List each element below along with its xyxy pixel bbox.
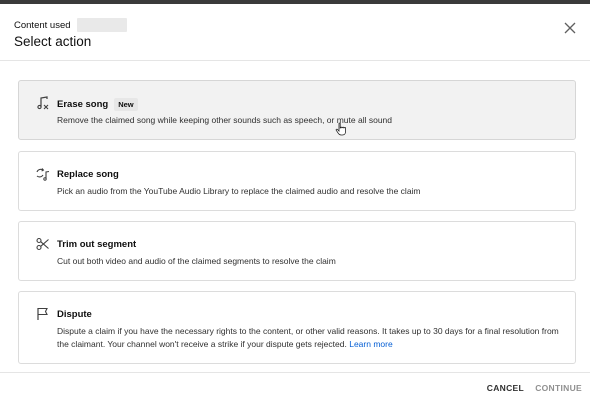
option-trim-segment[interactable]: Trim out segment Cut out both video and … <box>18 221 576 281</box>
redacted-content-name <box>76 18 127 32</box>
footer-divider <box>0 372 590 373</box>
music-note-erase-icon <box>37 96 49 110</box>
scissors-icon <box>36 237 49 251</box>
option-dispute[interactable]: Dispute Dispute a claim if you have the … <box>18 291 576 364</box>
new-badge: New <box>114 98 138 111</box>
replace-audio-icon <box>36 168 50 181</box>
option-title: Erase song <box>57 99 109 110</box>
close-icon <box>564 22 576 34</box>
dialog-title: Select action <box>14 34 92 49</box>
cancel-button[interactable]: CANCEL <box>487 383 524 393</box>
option-description: Dispute a claim if you have the necessar… <box>57 325 561 351</box>
continue-button[interactable]: CONTINUE <box>535 383 582 393</box>
content-used-line: Content used <box>14 18 127 32</box>
option-title-row: Erase song New <box>57 98 138 111</box>
flag-icon <box>37 307 48 320</box>
option-title: Dispute <box>57 309 92 320</box>
hand-cursor-icon <box>335 122 346 136</box>
option-description: Remove the claimed song while keeping ot… <box>57 115 392 125</box>
dispute-description-text: Dispute a claim if you have the necessar… <box>57 326 559 349</box>
header-divider <box>0 60 590 61</box>
option-description: Cut out both video and audio of the clai… <box>57 256 336 266</box>
content-used-label: Content used <box>14 19 71 31</box>
dialog-header: Content used Select action <box>0 4 590 60</box>
learn-more-link[interactable]: Learn more <box>349 339 392 349</box>
close-button[interactable] <box>560 18 580 38</box>
option-title: Replace song <box>57 169 119 180</box>
option-erase-song[interactable]: Erase song New Remove the claimed song w… <box>18 80 576 140</box>
option-replace-song[interactable]: Replace song Pick an audio from the YouT… <box>18 151 576 211</box>
option-description: Pick an audio from the YouTube Audio Lib… <box>57 186 421 196</box>
option-title: Trim out segment <box>57 239 137 250</box>
